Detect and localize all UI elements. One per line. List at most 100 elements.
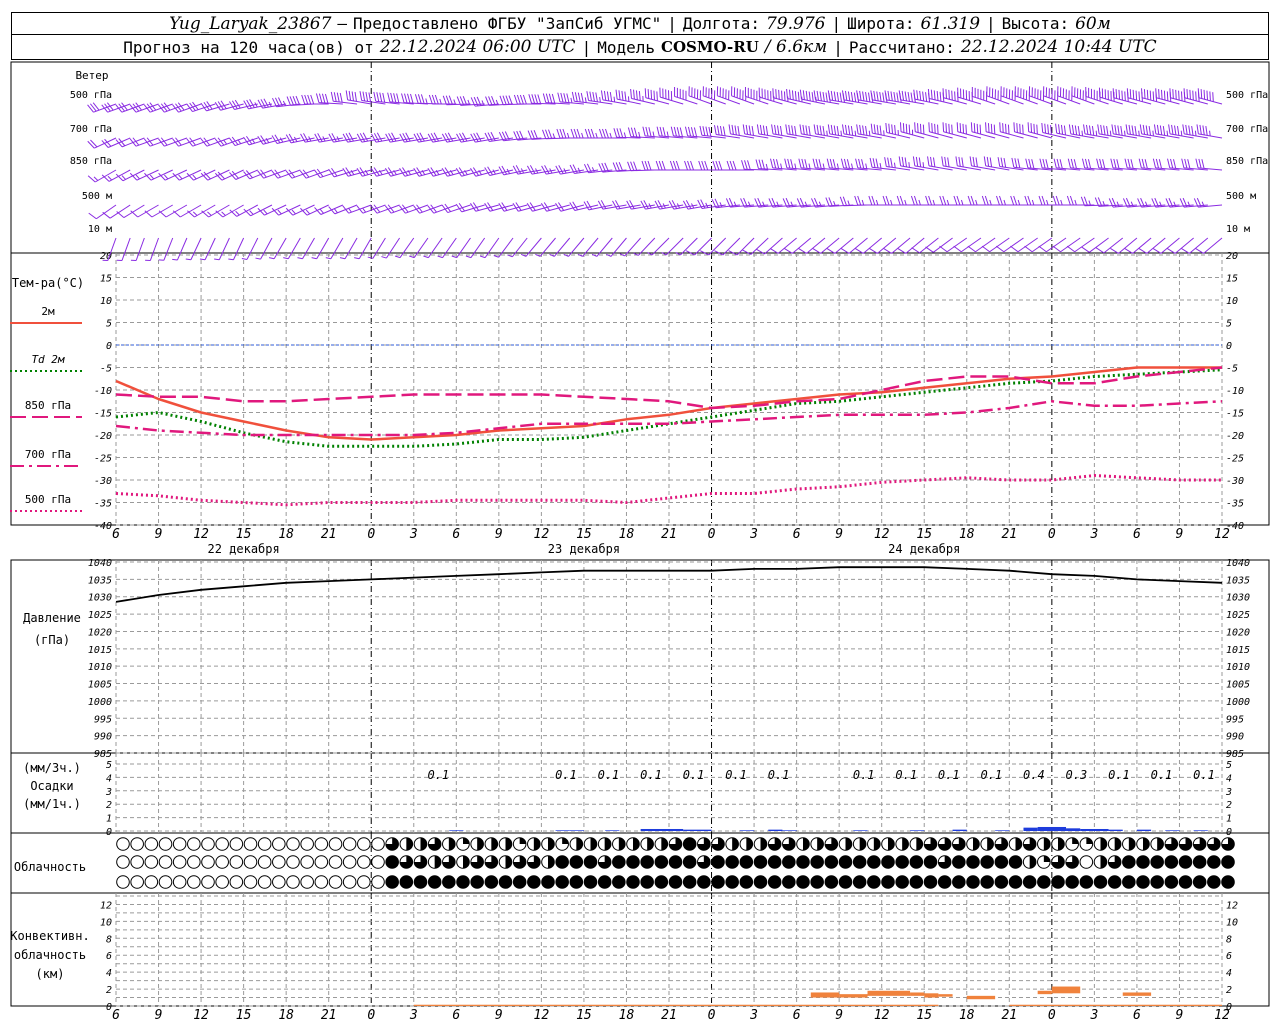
wind-barb-half-feather	[354, 257, 360, 260]
wind-barb-half-feather	[599, 97, 601, 103]
cloud-cover-fill	[973, 837, 980, 851]
wind-barb	[716, 86, 741, 105]
wind-barb-shaft	[792, 237, 812, 254]
wind-barb-feather	[786, 88, 788, 99]
wind-barb-feather	[973, 123, 976, 133]
wind-barb-feather	[808, 125, 811, 136]
wind-barb-feather	[701, 160, 706, 171]
wind-barb-feather	[1041, 195, 1046, 206]
wind-barb-half-feather	[865, 163, 868, 169]
wind-barb	[702, 86, 726, 105]
wind-barb-feather	[951, 124, 953, 135]
wind-barb-feather	[815, 158, 819, 169]
wind-barb-shaft	[891, 237, 911, 254]
wind-barb-feather	[619, 128, 624, 138]
cloud-cover-symbol	[300, 855, 314, 869]
wind-barb-feather	[876, 91, 879, 101]
wind-barb-feather	[1142, 124, 1146, 135]
x-tick-label: 21	[321, 527, 337, 542]
wind-barb-feather	[1071, 124, 1075, 135]
wind-barb-feather	[1044, 123, 1047, 134]
wind-barb-feather	[1173, 159, 1177, 169]
wind-barb-feather	[1209, 91, 1211, 101]
wind-barb-half-feather	[425, 98, 428, 104]
y-tick-label-right: 1035	[1226, 575, 1250, 586]
wind-barb	[869, 237, 897, 254]
wind-barb-feather	[799, 89, 802, 100]
wind-barb	[1196, 124, 1223, 139]
wind-barb	[455, 202, 485, 213]
cloud-cover-symbol	[1207, 875, 1221, 889]
wind-barb-feather	[719, 125, 723, 136]
wind-barb-feather	[1099, 158, 1103, 169]
wind-barb-feather	[615, 162, 621, 172]
wind-barb-shaft	[596, 237, 613, 257]
wind-barb	[1057, 86, 1081, 105]
wind-barb-feather	[102, 211, 111, 219]
convective-title-line: Конвективн.	[10, 929, 89, 943]
wind-barb-feather	[442, 95, 447, 105]
wind-barb-feather	[858, 158, 862, 169]
wind-barb	[1081, 237, 1109, 253]
wind-barb-feather	[1203, 89, 1206, 100]
wind-barb-feather	[1141, 158, 1145, 169]
wind-barb-feather	[1031, 159, 1035, 169]
y-tick-label-left: 0	[106, 827, 112, 838]
wind-barb-feather	[1011, 157, 1015, 168]
wind-barb-feather	[925, 92, 928, 102]
cloud-cover-symbol	[130, 837, 144, 851]
wind-barb-half-feather	[570, 97, 573, 104]
cloud-cover-fill	[817, 837, 824, 851]
y-tick-label-left: 10	[100, 917, 112, 928]
cloud-cover-symbol	[243, 875, 258, 889]
wind-barb-feather	[1158, 89, 1160, 99]
wind-barb-shaft	[848, 237, 868, 254]
wind-barb-half-feather	[263, 209, 268, 215]
wind-barb-feather	[907, 91, 910, 102]
x-tick-label-bottom: 0	[708, 1008, 716, 1023]
wind-barb-feather	[969, 156, 972, 166]
wind-barb-feather	[1195, 158, 1199, 169]
cloud-cover-symbol	[1022, 875, 1037, 889]
cloud-cover-symbol	[328, 837, 343, 851]
x-tick-label-bottom: 21	[1001, 1008, 1017, 1023]
cloud-cover-symbol	[682, 855, 697, 869]
wind-barb-half-feather	[908, 162, 910, 168]
cloud-cover-symbol	[257, 855, 272, 869]
wind-barb-feather	[862, 125, 865, 135]
wind-barb-shaft	[539, 237, 556, 257]
wind-barb-feather	[819, 91, 822, 101]
wind-barb	[685, 237, 712, 256]
wind-barb-feather	[944, 156, 947, 167]
convective-bar	[966, 995, 996, 1000]
wind-barb-half-feather	[666, 131, 669, 137]
wind-barb-feather	[1186, 89, 1189, 99]
wind-barb-feather	[976, 123, 979, 134]
wind-barb-half-feather	[277, 209, 282, 215]
wind-barb-feather	[533, 130, 539, 140]
wind-barb-feather	[942, 88, 945, 98]
wind-barb-feather	[1067, 158, 1071, 169]
y-tick-label-right: 2	[1226, 985, 1232, 996]
wind-title: Ветер	[75, 69, 108, 82]
wind-barb-feather	[972, 156, 975, 167]
wind-barb-feather	[901, 156, 905, 167]
y-tick-label-left: 12	[100, 900, 112, 911]
wind-barb-feather	[956, 195, 961, 206]
temperature-legend-label: 850 гПа	[25, 399, 71, 412]
wind-barb	[971, 86, 996, 105]
wind-barb-feather	[687, 160, 692, 171]
wind-barb	[675, 237, 698, 256]
wind-barb-feather	[1085, 124, 1089, 135]
precip-amount-label: 0.1	[640, 768, 662, 782]
cloud-cover-symbol	[909, 875, 924, 889]
wind-barb-feather	[915, 156, 919, 167]
cloud-cover-symbol	[1164, 875, 1179, 889]
wind-barb-feather	[948, 123, 950, 134]
wind-barb-feather	[862, 91, 865, 101]
wind-barb-feather	[528, 94, 533, 104]
wind-barb-half-feather	[1095, 130, 1098, 136]
wind-barb-feather	[899, 195, 904, 206]
wind-barb-shaft	[1132, 237, 1152, 254]
cloud-cover-symbol	[158, 855, 173, 869]
